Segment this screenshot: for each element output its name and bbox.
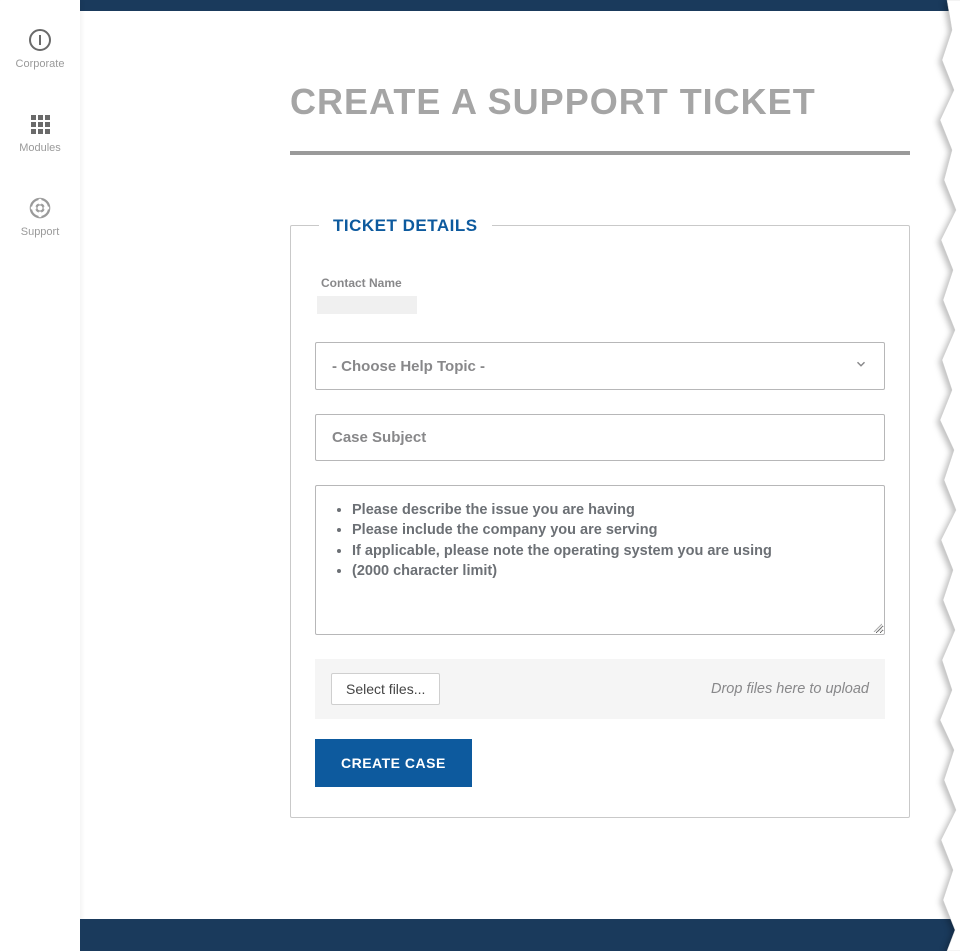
title-divider (290, 151, 910, 155)
sidebar-item-label: Corporate (16, 58, 65, 70)
description-bullet: (2000 character limit) (352, 561, 868, 581)
resize-handle-icon[interactable] (872, 622, 882, 632)
sidebar-item-modules[interactable]: Modules (0, 112, 80, 154)
sidebar-item-corporate[interactable]: Corporate (0, 28, 80, 70)
sidebar-item-label: Modules (19, 142, 61, 154)
contact-name-value (317, 296, 417, 314)
help-topic-select[interactable]: - Choose Help Topic - (315, 342, 885, 390)
modules-icon (28, 112, 52, 136)
ticket-details-fieldset: TICKET DETAILS Contact Name - Choose Hel… (290, 225, 910, 818)
description-bullet: Please include the company you are servi… (352, 520, 868, 540)
case-description-textarea[interactable]: Please describe the issue you are having… (315, 485, 885, 635)
page-title: CREATE A SUPPORT TICKET (290, 81, 910, 123)
sidebar: Corporate Modules Support (0, 0, 80, 951)
case-subject-input[interactable] (315, 414, 885, 461)
main-content: CREATE A SUPPORT TICKET TICKET DETAILS C… (80, 11, 960, 919)
bottom-bar (80, 919, 960, 951)
fieldset-legend: TICKET DETAILS (319, 216, 492, 236)
drop-files-hint: Drop files here to upload (711, 681, 869, 697)
file-upload-zone[interactable]: Select files... Drop files here to uploa… (315, 659, 885, 719)
support-icon (28, 196, 52, 220)
sidebar-item-support[interactable]: Support (0, 196, 80, 238)
help-topic-placeholder: - Choose Help Topic - (332, 358, 485, 375)
top-bar (80, 0, 960, 11)
sidebar-item-label: Support (21, 226, 60, 238)
contact-name-label: Contact Name (321, 276, 885, 290)
description-bullet: Please describe the issue you are having (352, 500, 868, 520)
description-placeholder-list: Please describe the issue you are having… (332, 500, 868, 581)
select-files-button[interactable]: Select files... (331, 673, 440, 705)
description-bullet: If applicable, please note the operating… (352, 541, 868, 561)
corporate-icon (28, 28, 52, 52)
chevron-down-icon (854, 357, 868, 375)
create-case-button[interactable]: CREATE CASE (315, 739, 472, 787)
